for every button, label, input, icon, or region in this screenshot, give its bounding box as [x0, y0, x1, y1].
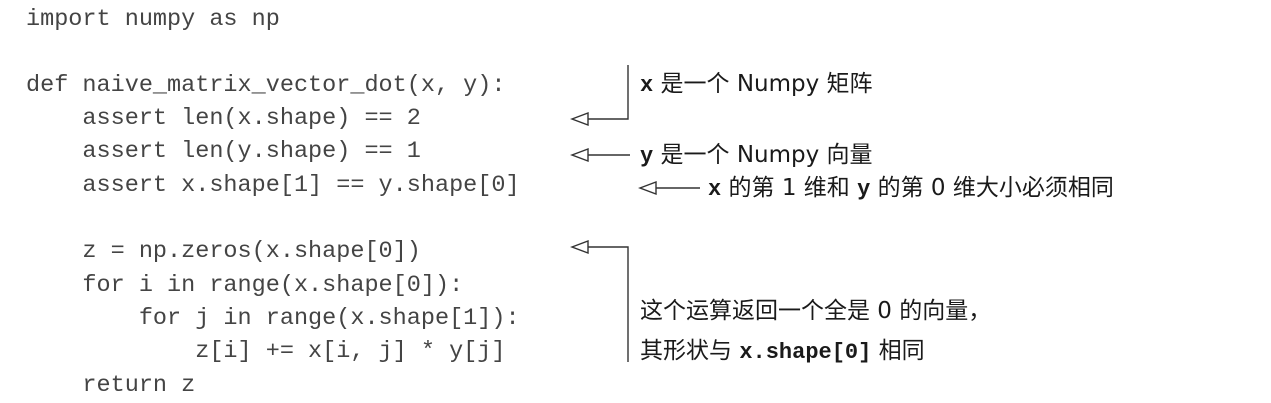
annotation-shape-match: x 的第 1 维和 y 的第 0 维大小必须相同	[708, 174, 1114, 204]
annotation-zeros-line2: 其形状与 x.shape[0] 相同	[640, 337, 925, 367]
annotation-y-vector: y 是一个 Numpy 向量	[640, 141, 873, 171]
annotation-code: x	[708, 177, 722, 202]
annotation-text: 是一个 Numpy 向量	[660, 142, 873, 168]
annotation-code: x	[640, 73, 654, 98]
arrowhead-icon	[570, 111, 589, 127]
annotation-code: y	[857, 177, 871, 202]
annotation-text: 这个运算返回一个全是 0 的向量，	[640, 298, 992, 324]
annotation-text: 的第 0 维大小必须相同	[877, 175, 1114, 201]
annotation-zeros-line1: 这个运算返回一个全是 0 的向量，	[640, 297, 991, 325]
callout-line-1	[588, 65, 629, 120]
arrowhead-icon	[570, 147, 589, 163]
annotation-text: 的第 1 维和	[728, 175, 850, 201]
annotation-text: 是一个 Numpy 矩阵	[660, 71, 873, 97]
annotation-text: 相同	[878, 338, 925, 364]
annotation-x-matrix: x 是一个 Numpy 矩阵	[640, 70, 873, 100]
arrowhead-icon	[570, 239, 589, 255]
arrowhead-icon	[638, 180, 657, 196]
annotation-text: 其形状与	[640, 338, 732, 364]
annotation-code: x.shape[0]	[739, 340, 872, 365]
annotation-code: y	[640, 144, 654, 169]
callout-line-4	[588, 246, 629, 362]
